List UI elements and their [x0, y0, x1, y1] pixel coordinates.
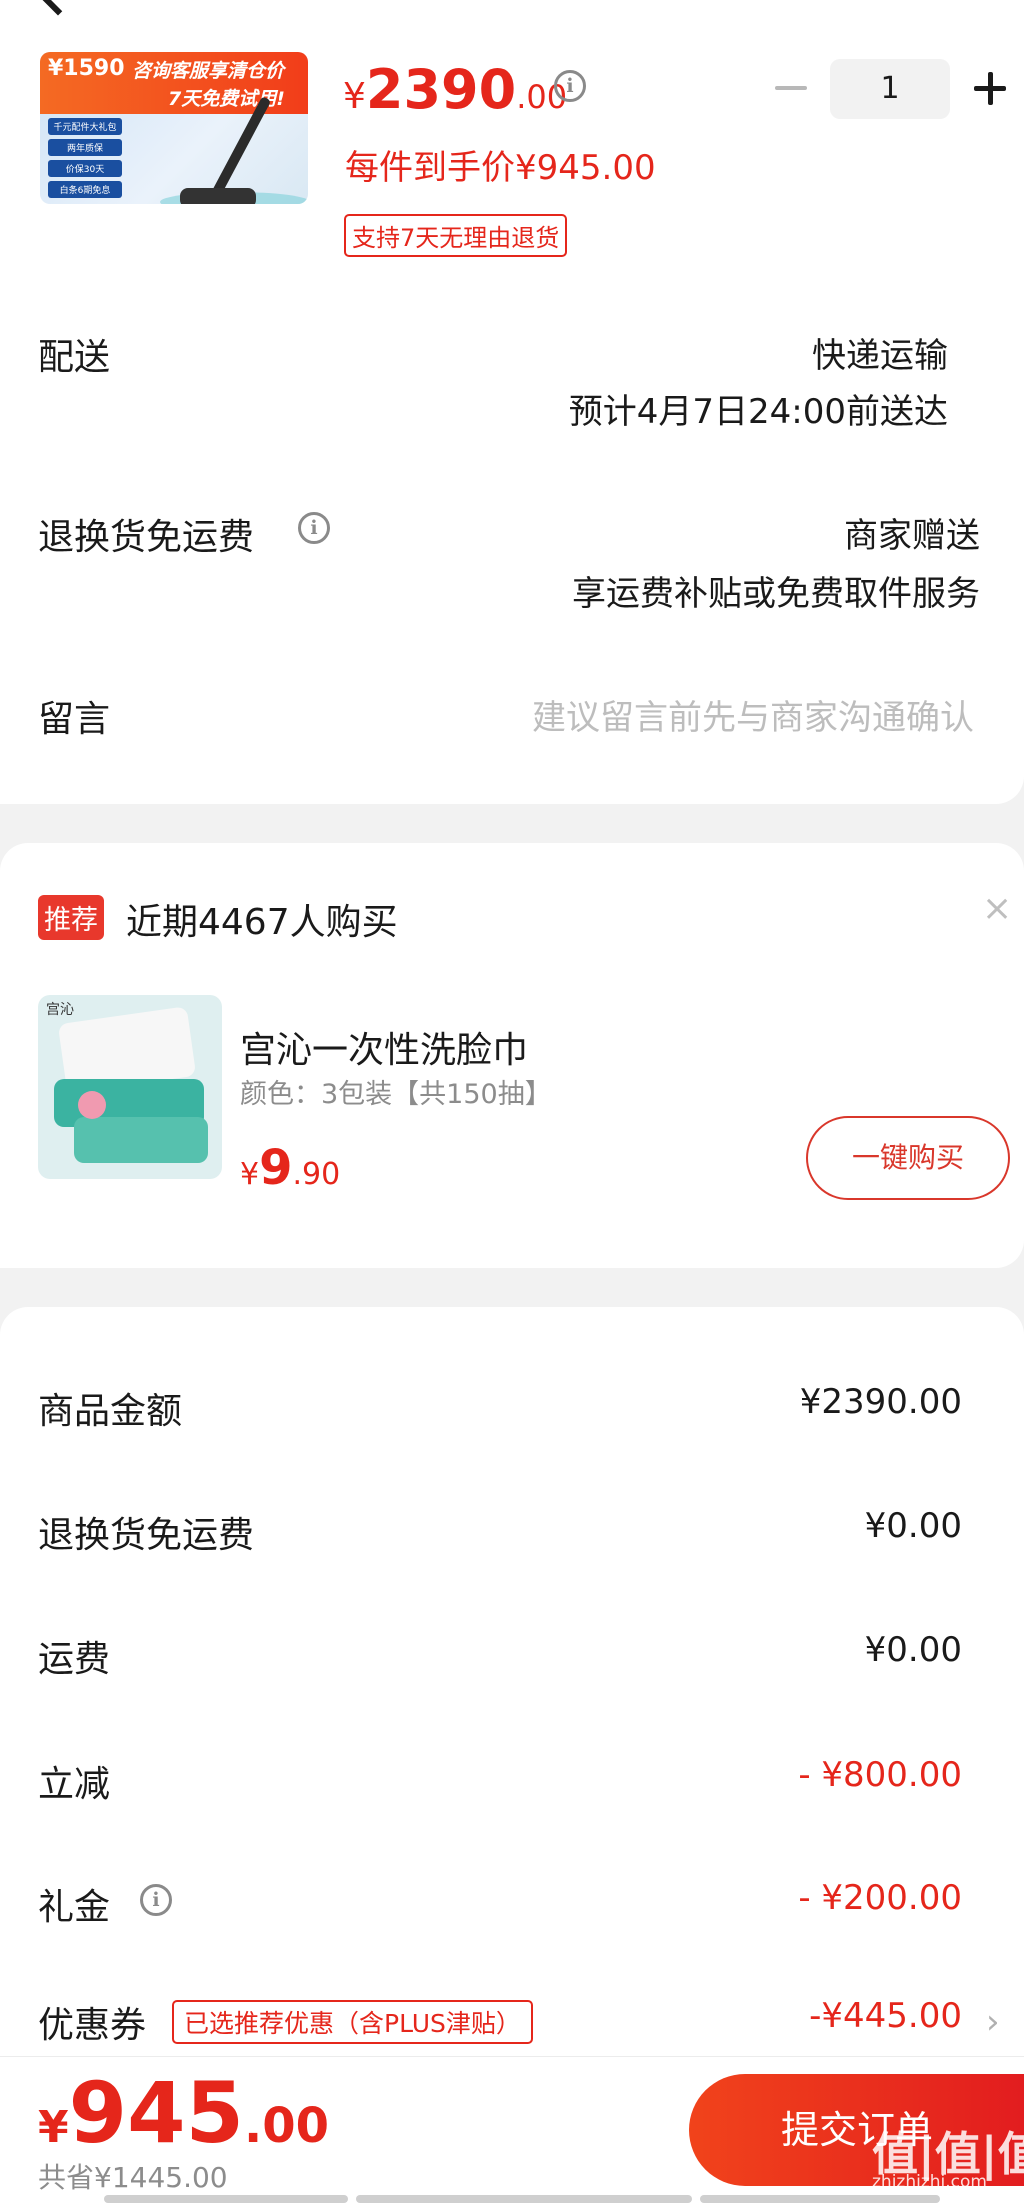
- tissue-pack-shape: [74, 1117, 208, 1163]
- unit-price: 每件到手价¥945.00: [345, 148, 656, 188]
- summary-value-discount: - ¥800.00: [798, 1755, 962, 1795]
- home-indicator-segment: [104, 2195, 348, 2203]
- summary-label-shipping: 运费: [38, 1639, 111, 1680]
- order-item-card: ¥1590 咨询客服享清仓价 7天免费试用! 千元配件大礼包 两年质保 价保30…: [0, 0, 1024, 804]
- delivery-estimate: 预计4月7日24:00前送达: [568, 392, 948, 432]
- delivery-label: 配送: [38, 337, 111, 378]
- image-side-label: 两年质保: [48, 139, 122, 156]
- total-price: ¥945.00: [38, 2064, 329, 2162]
- gift-money-info-icon[interactable]: i: [140, 1884, 172, 1916]
- summary-value-return-shipping: ¥0.00: [864, 1506, 962, 1546]
- recommend-title: 近期4467人购买: [126, 902, 398, 943]
- total-integer: 945: [68, 2064, 244, 2162]
- mop-head-shape: [180, 188, 256, 204]
- home-indicator-segment: [356, 2195, 692, 2203]
- total-decimal: .00: [243, 2098, 329, 2154]
- coupon-badge[interactable]: 已选推荐优惠（含PLUS津贴）: [172, 2000, 533, 2044]
- total-currency: ¥: [38, 2102, 69, 2153]
- summary-value-gift-money: - ¥200.00: [798, 1878, 962, 1918]
- return-shipping-value: 商家赠送: [844, 516, 980, 556]
- delivery-method[interactable]: 快递运输: [812, 328, 948, 377]
- close-icon[interactable]: ×: [982, 888, 1012, 929]
- product-price: ¥2390.00: [343, 58, 567, 121]
- image-price-tag: ¥1590: [48, 56, 125, 81]
- recommend-product-price: ¥9.90: [240, 1140, 340, 1196]
- rec-price-currency: ¥: [240, 1157, 260, 1192]
- image-side-label: 白条6期免息: [48, 181, 122, 198]
- recommend-brand: 宫沁: [46, 1002, 74, 1018]
- summary-value-goods: ¥2390.00: [799, 1382, 962, 1422]
- price-currency: ¥: [343, 76, 366, 117]
- message-input[interactable]: 建议留言前先与商家沟通确认: [532, 690, 974, 739]
- quantity-input[interactable]: 1: [830, 59, 950, 119]
- chevron-right-icon[interactable]: ›: [986, 2002, 1000, 2042]
- return-shipping-label: 退换货免运费: [38, 517, 255, 558]
- price-integer: 2390: [365, 58, 517, 121]
- recommend-product-name[interactable]: 宫沁一次性洗脸巾: [240, 1021, 528, 1073]
- rec-price-integer: 9: [259, 1140, 293, 1196]
- total-saved: 共省¥1445.00: [38, 2161, 228, 2194]
- rec-price-decimal: .90: [292, 1157, 341, 1192]
- message-label: 留言: [38, 699, 111, 740]
- recommend-product-spec: 颜色：3包装【共150抽】: [240, 1079, 552, 1110]
- image-side-label: 价保30天: [48, 160, 122, 177]
- quantity-minus-button[interactable]: [775, 86, 807, 90]
- flower-shape: [78, 1091, 106, 1119]
- summary-label-discount: 立减: [38, 1764, 111, 1805]
- image-side-labels: 千元配件大礼包 两年质保 价保30天 白条6期免息: [48, 118, 122, 198]
- summary-label-return-shipping: 退换货免运费: [38, 1515, 255, 1556]
- one-click-buy-button[interactable]: 一键购买: [806, 1116, 1010, 1200]
- watermark-url: zhizhizhi.com: [872, 2172, 987, 2192]
- product-image[interactable]: ¥1590 咨询客服享清仓价 7天免费试用! 千元配件大礼包 两年质保 价保30…: [40, 52, 308, 204]
- return-shipping-info-icon[interactable]: i: [298, 512, 330, 544]
- summary-value-shipping: ¥0.00: [864, 1630, 962, 1670]
- summary-label-coupon: 优惠券: [38, 2005, 147, 2046]
- summary-value-coupon[interactable]: -¥445.00: [809, 1996, 962, 2036]
- back-arrow-icon[interactable]: [32, 0, 84, 16]
- quantity-plus-button-v[interactable]: [988, 72, 993, 105]
- recommend-product-image[interactable]: 宫沁: [38, 995, 222, 1179]
- summary-label-gift-money: 礼金: [38, 1887, 111, 1928]
- summary-label-goods: 商品金额: [38, 1391, 183, 1432]
- image-side-label: 千元配件大礼包: [48, 118, 122, 135]
- home-indicator-segment: [700, 2195, 940, 2203]
- price-info-icon[interactable]: i: [554, 70, 586, 102]
- return-policy-badge: 支持7天无理由退货: [344, 214, 568, 257]
- image-promo-line1: 咨询客服享清仓价: [132, 60, 285, 82]
- recommend-tag: 推荐: [38, 895, 104, 940]
- return-shipping-detail: 享运费补贴或免费取件服务: [572, 574, 980, 614]
